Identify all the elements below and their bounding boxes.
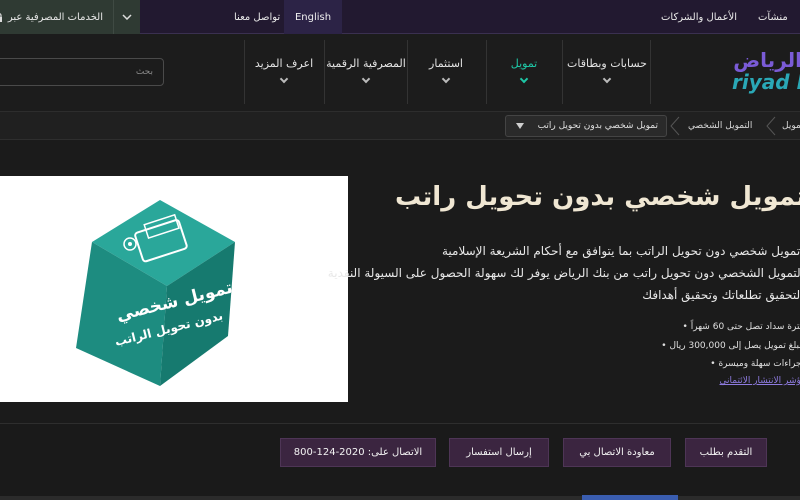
breadcrumb-separator-icon [670,116,680,136]
chevron-down-icon [602,74,612,83]
hero-image: تمويل شخصي بدون تحويل الراتب [0,176,348,402]
send-inquiry-button[interactable]: إرسال استفسار [449,438,549,467]
nav-item-investment[interactable]: استثمار [410,34,482,104]
nav-item-accounts-cards[interactable]: حسابات وبطاقات [564,34,650,104]
nav-item-digital-banking[interactable]: المصرفية الرقمية [326,34,406,104]
breadcrumb-separator-icon [766,116,776,136]
caret-down-icon [516,123,524,129]
chevron-down-icon [361,74,371,83]
feature-bullet: • فترة سداد تصل حتى 60 شهراً [682,322,800,332]
breadcrumb-current[interactable]: تمويل شخصي بدون تحويل راتب [505,115,667,137]
breadcrumb-personal-finance[interactable]: التمويل الشخصي [688,116,752,136]
nav-item-label: حسابات وبطاقات [567,56,647,70]
breadcrumb: تمويل شخصي بدون تحويل راتب التمويل الشخص… [0,112,800,140]
main-nav: بحث اعرف المزيد المصرفية الرقمية استثمار… [0,34,800,112]
chevron-down-icon [279,74,289,83]
business-link[interactable]: الأعمال والشركات [661,0,737,34]
hero-paragraph: التمويل الشخصي دون تحويل راتب من بنك الر… [327,266,800,280]
hero-paragraph: لتحقيق تطلعاتك وتحقيق أهدافك. [642,288,800,302]
breadcrumb-financing[interactable]: تمويل [782,116,800,136]
logo-english-text: riyad b [732,70,800,94]
page-title: تمويل شخصي بدون تحويل راتب [395,182,800,212]
riyad-bank-logo[interactable]: الرياض riyad b [730,48,800,98]
nav-divider [244,40,245,104]
feature-bullet: • مبلغ تمويل يصل إلى 300,000 ريال [661,341,800,351]
bottom-strip [0,496,800,500]
nav-item-label: تمويل [510,56,538,70]
chevron-down-icon[interactable] [113,0,140,34]
logo-arabic-text: الرياض [733,48,800,72]
hero-paragraph: تمويل شخصي دون تحويل الراتب بما يتوافق م… [441,244,800,258]
feature-bullet: • إجراءات سهلة وميسرة [710,359,800,369]
callback-button[interactable]: معاودة الاتصال بي [563,438,671,467]
call-button[interactable]: الاتصال على: 2020-124-800 [280,438,436,467]
nav-divider [562,40,563,104]
nav-divider [407,40,408,104]
lock-icon [0,13,3,22]
contact-us-link[interactable]: تواصل معنا [234,0,280,34]
ebanking-link[interactable]: الخدمات المصرفية عبر [0,0,113,34]
scroll-indicator [582,495,678,500]
chevron-down-icon [441,74,451,83]
nav-item-label: استثمار [429,56,463,70]
nav-divider [650,40,651,104]
nav-divider [486,40,487,104]
top-bar: الخدمات المصرفية عبر تواصل معنا English … [0,0,800,34]
cube-illustration: تمويل شخصي بدون تحويل الراتب [76,200,235,386]
nav-item-financing[interactable]: تمويل [490,34,558,104]
nav-item-learn-more[interactable]: اعرف المزيد [250,34,318,104]
breadcrumb-current-label: تمويل شخصي بدون تحويل راتب [537,121,658,131]
establishments-link[interactable]: منشآت [758,0,788,34]
credit-spread-link[interactable]: مؤشر الانتشار الائتماني [720,376,800,386]
nav-divider [324,40,325,104]
nav-item-label: اعرف المزيد [254,56,314,70]
chevron-down-icon [519,74,529,83]
apply-button[interactable]: التقدم بطلب [685,438,767,467]
search-input[interactable]: بحث [0,58,164,86]
nav-item-label: المصرفية الرقمية [326,56,406,70]
ebanking-label: الخدمات المصرفية عبر [7,11,103,23]
language-english-button[interactable]: English [284,0,342,34]
